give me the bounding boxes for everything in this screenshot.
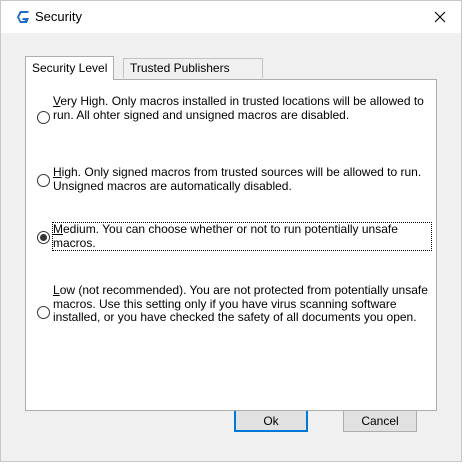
ok-button[interactable]: Ok: [234, 409, 308, 432]
option-low-accelerator: L: [53, 283, 60, 297]
option-low-label: Low (not recommended). You are not prote…: [53, 283, 431, 325]
option-medium[interactable]: Medium. You can choose whether or not to…: [37, 222, 432, 251]
radio-medium-dot: [40, 234, 47, 241]
security-level-panel: Very High. Only macros installed in trus…: [25, 79, 437, 411]
cancel-button[interactable]: Cancel: [343, 409, 417, 432]
option-high-label: High. Only signed macros from trusted so…: [53, 165, 431, 193]
option-medium-text: edium. You can choose whether or not to …: [53, 222, 398, 250]
option-low-text: ow (not recommended). You are not protec…: [53, 283, 428, 324]
security-dialog: Security Security Level Trusted Publishe…: [0, 0, 462, 462]
dialog-client-area: Security Level Trusted Publishers Very H…: [1, 33, 461, 461]
option-very-high-label: Very High. Only macros installed in trus…: [53, 94, 431, 122]
option-high-accelerator: H: [53, 165, 62, 179]
option-very-high-text: ery High. Only macros installed in trust…: [53, 94, 424, 122]
option-medium-label: Medium. You can choose whether or not to…: [52, 222, 432, 251]
close-button[interactable]: [421, 1, 459, 33]
g-logo-icon: [17, 11, 29, 23]
option-very-high[interactable]: Very High. Only macros installed in trus…: [37, 94, 431, 137]
option-high-text: igh. Only signed macros from trusted sou…: [53, 165, 422, 193]
close-icon: [434, 11, 446, 23]
option-low[interactable]: Low (not recommended). You are not prote…: [37, 283, 431, 340]
radio-medium[interactable]: [37, 231, 50, 244]
option-medium-accelerator: M: [53, 222, 63, 236]
tab-security-level-label: Security Level: [32, 61, 108, 75]
radio-very-high[interactable]: [37, 111, 50, 124]
tab-trusted-publishers-label: Trusted Publishers: [130, 61, 230, 75]
tab-security-level[interactable]: Security Level: [25, 56, 115, 80]
radio-low[interactable]: [37, 306, 50, 319]
tab-trusted-publishers[interactable]: Trusted Publishers: [123, 58, 263, 78]
title-bar: Security: [1, 1, 461, 33]
window-title: Security: [35, 9, 82, 24]
option-high[interactable]: High. Only signed macros from trusted so…: [37, 165, 431, 194]
radio-high[interactable]: [37, 174, 50, 187]
